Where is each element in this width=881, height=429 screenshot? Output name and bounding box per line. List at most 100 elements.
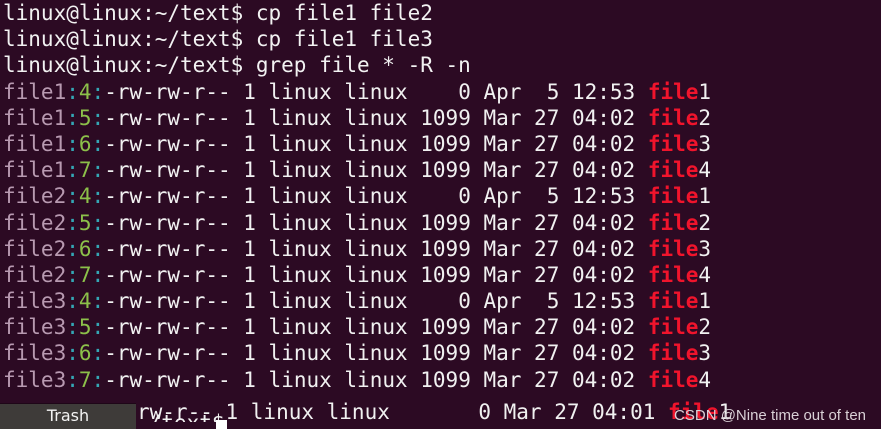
result-match: file [647, 79, 699, 104]
command-line: linux@linux:~/text$ cp file1 file3 [3, 26, 863, 52]
terminal-window[interactable]: linux@linux:~/text$ cp file1 file2 linux… [0, 0, 881, 429]
result-content: -rw-rw-r-- 1 linux linux 0 Apr 5 12:53 [104, 184, 648, 209]
terminal-output: linux@linux:~/text$ cp file1 file2 linux… [3, 0, 863, 393]
result-match: file [647, 158, 699, 183]
result-line-number: 4 [78, 79, 92, 104]
shell-prompt: linux@linux:~/text$ [3, 27, 244, 52]
result-separator: : [91, 131, 105, 156]
result-separator: : [91, 289, 105, 314]
command-text: cp file1 file2 [243, 1, 433, 25]
result-filename: file2 [3, 210, 67, 235]
result-match: file [647, 210, 699, 235]
result-content-tail: 3 [698, 341, 712, 366]
result-content: -rw-rw-r-- 1 linux linux 1099 Mar 27 04:… [104, 236, 648, 261]
result-match: file [647, 184, 699, 209]
result-line-number: 6 [78, 236, 92, 261]
result-content: -rw-rw-r-- 1 linux linux 1099 Mar 27 04:… [104, 341, 648, 366]
result-separator: : [91, 315, 105, 340]
result-line-number: 7 [78, 367, 92, 392]
grep-result-line: file3:6: -rw-rw-r-- 1 linux linux 1099 Ma… [3, 340, 863, 366]
grep-result-line: file3:7: -rw-rw-r-- 1 linux linux 1099 Ma… [3, 367, 863, 393]
result-match: file [647, 315, 699, 340]
result-filename: file3 [3, 341, 67, 366]
result-match: file [647, 341, 699, 366]
grep-result-line: file1:6: -rw-rw-r-- 1 linux linux 1099 Ma… [3, 131, 863, 157]
result-separator: : [91, 79, 105, 104]
grep-result-line: file3:5: -rw-rw-r-- 1 linux linux 1099 Ma… [3, 314, 863, 340]
result-content-tail: 3 [698, 236, 712, 261]
result-separator: : [91, 184, 105, 209]
result-match: file [647, 236, 699, 261]
result-filename: file1 [3, 158, 67, 183]
result-content: -rw-rw-r-- 1 linux linux 1099 Mar 27 04:… [104, 262, 648, 287]
result-separator: : [66, 262, 79, 287]
result-match: file [647, 367, 699, 392]
watermark: CSDN @Nine time out of ten [674, 407, 866, 424]
result-line-number: 4 [78, 184, 92, 209]
result-separator: : [66, 315, 79, 340]
result-filename: file3 [3, 289, 67, 314]
result-filename: file2 [3, 262, 67, 287]
result-separator: : [91, 210, 105, 235]
result-content-tail: 2 [698, 210, 712, 235]
result-line-number: 7 [78, 262, 92, 287]
result-line-number: 7 [78, 158, 92, 183]
result-content-tail: 1 [698, 184, 712, 209]
trash-label: Trash [46, 406, 90, 426]
result-separator: : [91, 367, 105, 392]
result-separator: : [66, 158, 79, 183]
result-separator: : [91, 262, 105, 287]
result-line-number: 5 [78, 105, 92, 130]
result-content-tail: 3 [698, 131, 712, 156]
shell-prompt: linux@linux:~/text$ [3, 53, 244, 78]
result-content: -rw-rw-r-- 1 linux linux 1099 Mar 27 04:… [104, 105, 648, 130]
result-content-tail: 4 [698, 262, 712, 287]
result-filename: file2 [3, 236, 67, 261]
grep-result-line: file2:7: -rw-rw-r-- 1 linux linux 1099 Ma… [3, 262, 863, 288]
result-content-tail: 2 [698, 315, 712, 340]
result-line-number: 6 [78, 341, 92, 366]
command-text: grep file * -R -n [243, 53, 471, 78]
result-content-tail: 1 [698, 289, 712, 314]
result-filename: file1 [3, 131, 67, 156]
result-content: -rw-rw-r-- 1 linux linux 1099 Mar 27 04:… [104, 131, 648, 156]
grep-result-line: file2:5: -rw-rw-r-- 1 linux linux 1099 Ma… [3, 210, 863, 236]
grep-result-line: file1:5: -rw-rw-r-- 1 linux linux 1099 Ma… [3, 105, 863, 131]
result-content: -rw-rw-r-- 1 linux linux 1099 Mar 27 04:… [104, 315, 648, 340]
result-separator: : [66, 131, 79, 156]
result-separator: : [91, 236, 105, 261]
result-content-tail: 4 [698, 367, 712, 392]
grep-result-line: file2:6: -rw-rw-r-- 1 linux linux 1099 Ma… [3, 236, 863, 262]
result-line-number: 6 [78, 131, 92, 156]
result-line-number: 4 [78, 289, 92, 314]
result-filename: file3 [3, 315, 67, 340]
result-match: file [647, 105, 699, 130]
result-filename: file1 [3, 105, 67, 130]
result-content: -rw-rw-r-- 1 linux linux 1099 Mar 27 04:… [104, 367, 648, 392]
grep-result-line: file2:4: -rw-rw-r-- 1 linux linux 0 Apr 5… [3, 183, 863, 209]
result-separator: : [66, 105, 79, 130]
result-filename: file2 [3, 184, 67, 209]
command-line: linux@linux:~/text$ grep file * -R -n [3, 52, 863, 78]
result-separator: : [66, 341, 79, 366]
result-content: -rw-rw-r-- 1 linux linux 0 Apr 5 12:53 [104, 79, 648, 104]
result-separator: : [66, 184, 79, 209]
result-line-number: 5 [78, 210, 92, 235]
result-content-tail: 1 [698, 79, 712, 104]
result-filename: file3 [3, 367, 67, 392]
result-separator: : [66, 289, 79, 314]
result-separator: : [66, 79, 79, 104]
result-match: file [647, 262, 699, 287]
result-line-number: 5 [78, 315, 92, 340]
result-content: -rw-rw-r-- 1 linux linux 0 Apr 5 12:53 [104, 289, 648, 314]
result-match: file [647, 131, 699, 156]
trash-dock-item[interactable]: Trash [0, 404, 136, 429]
result-content: -rw-rw-r-- 1 linux linux 1099 Mar 27 04:… [104, 158, 648, 183]
result-separator: : [91, 341, 105, 366]
result-filename: file1 [3, 79, 67, 104]
result-content-tail: 4 [698, 158, 712, 183]
command-text: cp file1 file3 [243, 27, 433, 52]
grep-result-line: file1:7: -rw-rw-r-- 1 linux linux 1099 Ma… [3, 157, 863, 183]
result-match: file [647, 289, 699, 314]
result-content-tail: 2 [698, 105, 712, 130]
